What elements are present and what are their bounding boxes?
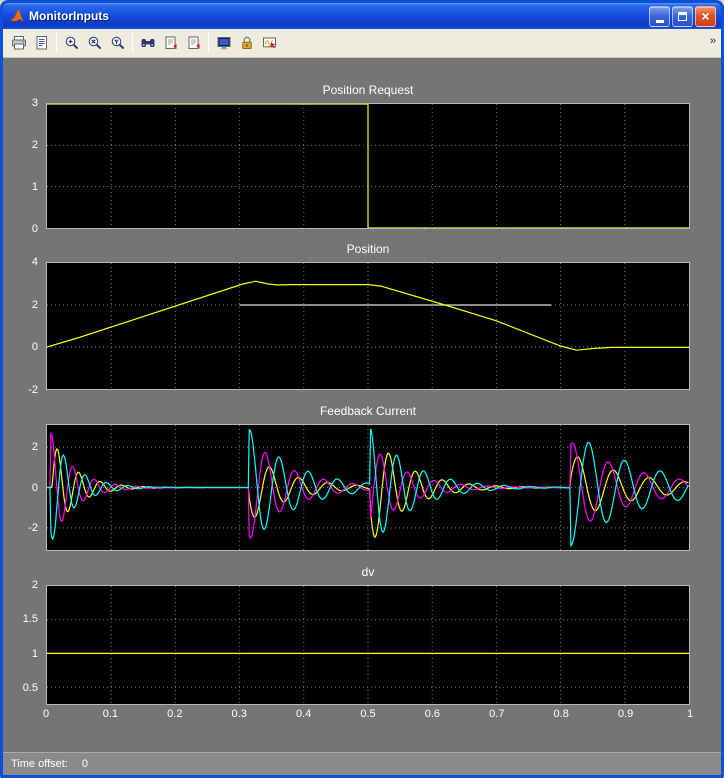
minimize-button[interactable] <box>649 6 670 27</box>
save-axes-icon <box>163 35 179 51</box>
y-tick-label: 2 <box>32 441 38 453</box>
print-icon <box>11 35 27 51</box>
toolbar-separator <box>208 33 209 53</box>
zoom-button[interactable] <box>60 32 83 54</box>
time-offset-value: 0 <box>82 758 88 770</box>
autoscale-binoculars-icon <box>140 35 156 51</box>
close-button[interactable]: × <box>695 6 716 27</box>
window-title: MonitorInputs <box>29 9 649 23</box>
y-tick-label: -2 <box>28 384 38 396</box>
chart-position-request: Position Request 0123 <box>3 83 721 229</box>
chart-position: Position -2024 <box>3 242 721 390</box>
y-axis-labels: -2024 <box>3 262 43 390</box>
x-tick-label: 0.2 <box>167 708 182 720</box>
parameters-icon <box>34 35 50 51</box>
chart-feedback-current: Feedback Current -2 0 2 <box>3 404 721 551</box>
signal-selection-icon <box>262 35 278 51</box>
chart-title: Position <box>46 242 690 258</box>
plot-area-dv[interactable] <box>46 585 690 705</box>
close-icon: × <box>701 9 709 23</box>
save-axes-button[interactable] <box>159 32 182 54</box>
lock-axes-icon <box>239 35 255 51</box>
overflow-chevron-icon[interactable]: » <box>710 36 716 47</box>
x-tick-label: 0.4 <box>296 708 311 720</box>
time-offset-label: Time offset: <box>11 758 68 770</box>
y-tick-label: 0.5 <box>23 682 38 694</box>
y-tick-label: -2 <box>28 522 38 534</box>
restore-axes-button[interactable] <box>182 32 205 54</box>
maximize-icon <box>678 12 687 21</box>
x-tick-label: 0.3 <box>232 708 247 720</box>
chart-dv: dv 0.5 1 1.5 2 0 0.1 0.2 0.3 0.4 0.5 0.6 0.7 0.8 0.9… <box>3 565 721 721</box>
x-axis-labels: 0 0.1 0.2 0.3 0.4 0.5 0.6 0.7 0.8 0.9 1 <box>46 708 690 721</box>
x-tick-label: 0.1 <box>103 708 118 720</box>
plot-area-position-request[interactable] <box>46 103 690 229</box>
zoom-icon <box>64 35 80 51</box>
y-tick-label: 4 <box>32 256 38 268</box>
y-tick-label: 0 <box>32 341 38 353</box>
lock-axes-button[interactable] <box>235 32 258 54</box>
floating-scope-icon <box>216 35 232 51</box>
y-tick-label: 2 <box>32 299 38 311</box>
plot-area-position[interactable] <box>46 262 690 390</box>
y-tick-label: 0 <box>32 482 38 494</box>
x-tick-label: 1 <box>687 708 693 720</box>
x-tick-label: 0 <box>43 708 49 720</box>
matlab-logo-icon <box>9 8 25 24</box>
y-tick-label: 3 <box>32 97 38 109</box>
print-button[interactable] <box>7 32 30 54</box>
floating-scope-button[interactable] <box>212 32 235 54</box>
autoscale-button[interactable] <box>136 32 159 54</box>
scope-canvas: Position Request 0 1 2 3 Position -2 0 2 4 Fee… <box>3 58 721 775</box>
parameters-button[interactable] <box>30 32 53 54</box>
x-tick-label: 0.8 <box>554 708 569 720</box>
minimize-icon <box>656 20 664 23</box>
y-axis-labels: -2 0 2 <box>3 424 43 551</box>
zoom-y-button[interactable] <box>106 32 129 54</box>
y-axis-labels: 0.511.52 <box>3 585 43 705</box>
status-bar: Time offset: 0 <box>3 752 721 775</box>
y-tick-label: 2 <box>32 139 38 151</box>
x-tick-label: 0.6 <box>425 708 440 720</box>
restore-axes-icon <box>186 35 202 51</box>
zoom-y-icon <box>110 35 126 51</box>
toolbar: » <box>3 29 721 58</box>
titlebar[interactable]: MonitorInputs × <box>3 3 721 29</box>
y-axis-labels: 0123 <box>3 103 43 229</box>
x-tick-label: 0.9 <box>618 708 633 720</box>
maximize-button[interactable] <box>672 6 693 27</box>
signal-selection-button[interactable] <box>258 32 281 54</box>
toolbar-separator <box>56 33 57 53</box>
chart-title: Feedback Current <box>46 404 690 420</box>
plot-area-feedback-current[interactable] <box>46 424 690 551</box>
y-tick-label: 1.5 <box>23 613 38 625</box>
x-tick-label: 0.7 <box>489 708 504 720</box>
y-tick-label: 1 <box>32 648 38 660</box>
y-tick-label: 0 <box>32 223 38 235</box>
scope-window: MonitorInputs × <box>0 0 724 778</box>
zoom-x-button[interactable] <box>83 32 106 54</box>
y-tick-label: 1 <box>32 181 38 193</box>
chart-title: Position Request <box>46 83 690 99</box>
y-tick-label: 2 <box>32 579 38 591</box>
toolbar-separator <box>132 33 133 53</box>
x-tick-label: 0.5 <box>360 708 375 720</box>
chart-title: dv <box>46 565 690 581</box>
zoom-x-icon <box>87 35 103 51</box>
